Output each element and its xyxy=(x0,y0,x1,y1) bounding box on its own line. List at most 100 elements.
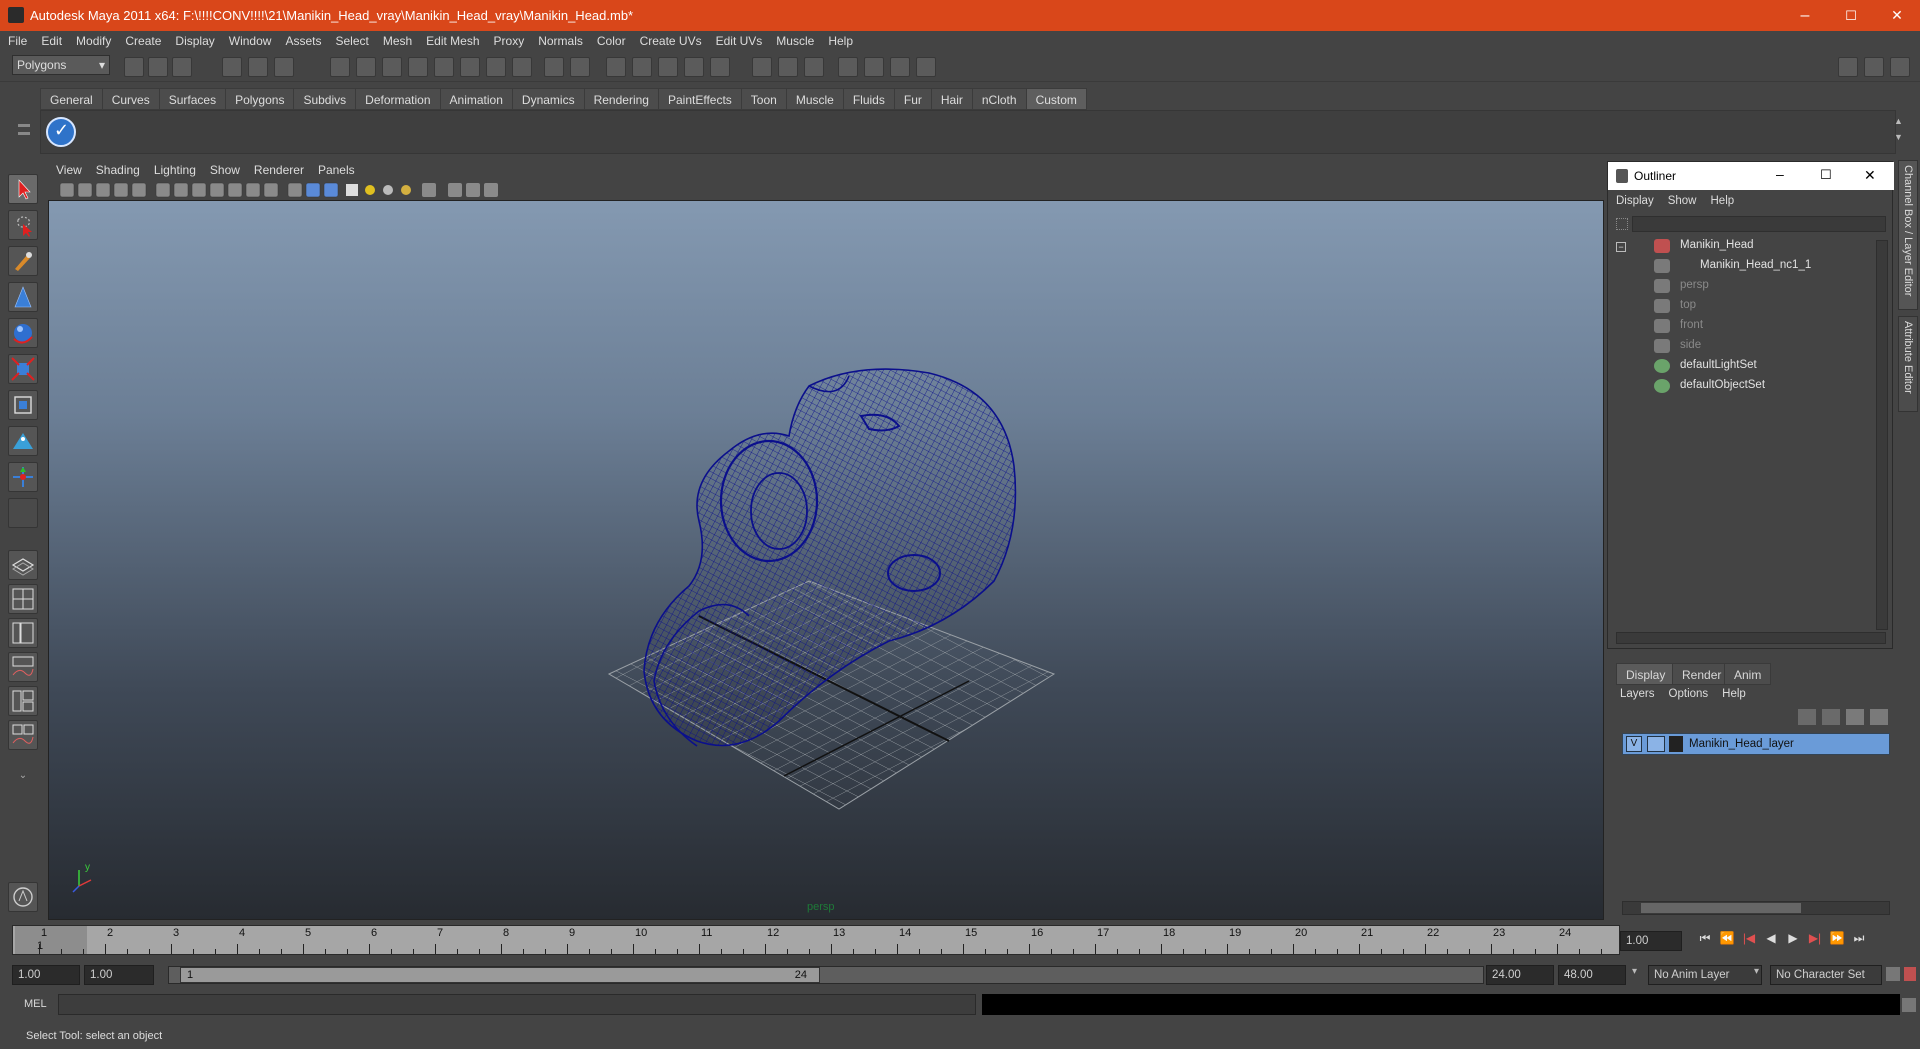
new-layer-selected-icon[interactable] xyxy=(1870,709,1888,725)
chevron-down-icon[interactable]: ▾ xyxy=(1754,966,1768,984)
channel-box-side-tab[interactable]: Channel Box / Layer Editor xyxy=(1898,160,1918,310)
snap-grid-icon[interactable] xyxy=(330,57,350,77)
go-to-start-icon[interactable]: ⏮ xyxy=(1694,931,1716,951)
new-layer-icon[interactable] xyxy=(1846,709,1864,725)
play-backward-icon[interactable]: ◀ xyxy=(1760,931,1782,951)
snap-point-icon[interactable] xyxy=(382,57,402,77)
layout-hypershade-icon[interactable] xyxy=(8,686,38,716)
layer-tab-render[interactable]: Render xyxy=(1672,663,1732,685)
render-globals-icon[interactable] xyxy=(890,57,910,77)
menu-edit[interactable]: Edit xyxy=(33,31,68,48)
shelf-tab-curves[interactable]: Curves xyxy=(101,88,160,110)
layer-visibility-toggle[interactable]: V xyxy=(1626,736,1642,752)
select-component-icon[interactable] xyxy=(274,57,294,77)
menu-set-dropdown[interactable]: Polygons ▾ xyxy=(12,55,110,75)
close-button[interactable]: ✕ xyxy=(1874,0,1920,31)
layer-menu-help[interactable]: Help xyxy=(1714,685,1752,700)
panel-menu-renderer[interactable]: Renderer xyxy=(246,160,310,177)
snap-live-icon[interactable] xyxy=(434,57,454,77)
playback-end-field[interactable]: 24.00 xyxy=(1486,965,1554,985)
panel-menu-panels[interactable]: Panels xyxy=(310,160,361,177)
layer-row[interactable]: V Manikin_Head_layer xyxy=(1622,733,1890,755)
shelf-tab-muscle[interactable]: Muscle xyxy=(785,88,844,110)
shelf-tab-polygons[interactable]: Polygons xyxy=(225,88,295,110)
magnet-icon[interactable] xyxy=(710,57,730,77)
layer-tab-display[interactable]: Display xyxy=(1616,663,1676,685)
layout-menu-arrow[interactable]: ⌄ xyxy=(8,770,38,786)
shelf-tab-general[interactable]: General xyxy=(40,88,103,110)
animation-prefs-icon[interactable] xyxy=(1904,967,1916,981)
move-layer-down-icon[interactable] xyxy=(1822,709,1840,725)
scale-tool-icon[interactable] xyxy=(8,354,38,384)
mel-label[interactable]: MEL xyxy=(24,998,47,1010)
show-tool-settings-icon[interactable] xyxy=(1864,57,1884,77)
menu-proxy[interactable]: Proxy xyxy=(486,31,531,48)
layout-persp-graph-outliner-icon[interactable] xyxy=(8,720,38,750)
menu-color[interactable]: Color xyxy=(589,31,632,48)
render-frame-icon[interactable] xyxy=(752,57,772,77)
shelf-tab-ncloth[interactable]: nCloth xyxy=(971,88,1027,110)
outliner-horizontal-scrollbar[interactable] xyxy=(1616,632,1886,644)
step-forward-frame-icon[interactable]: ▶| xyxy=(1804,931,1826,951)
layer-menu-layers[interactable]: Layers xyxy=(1612,685,1661,700)
mel-command-input[interactable] xyxy=(58,994,976,1015)
show-manipulator-icon[interactable] xyxy=(8,462,38,492)
highlight-icon[interactable] xyxy=(570,57,590,77)
open-scene-icon[interactable] xyxy=(148,57,168,77)
menu-edit-uvs[interactable]: Edit UVs xyxy=(708,31,769,48)
chevron-down-icon[interactable]: ▾ xyxy=(1632,966,1646,984)
attribute-editor-side-tab[interactable]: Attribute Editor xyxy=(1898,316,1918,412)
show-attribute-editor-icon[interactable] xyxy=(1838,57,1858,77)
menu-create-uvs[interactable]: Create UVs xyxy=(632,31,708,48)
layout-four-pane-icon[interactable] xyxy=(8,584,38,614)
show-channel-box-icon[interactable] xyxy=(1890,57,1910,77)
menu-assets[interactable]: Assets xyxy=(277,31,327,48)
batch-render-icon[interactable] xyxy=(916,57,936,77)
outliner-menu-show[interactable]: Show xyxy=(1660,192,1703,207)
ipr-render-icon[interactable] xyxy=(778,57,798,77)
menu-create[interactable]: Create xyxy=(117,31,167,48)
layer-tab-anim[interactable]: Anim xyxy=(1724,663,1772,685)
outliner-close-button[interactable]: ✕ xyxy=(1864,167,1876,184)
shelf-tab-surfaces[interactable]: Surfaces xyxy=(158,88,227,110)
menu-mesh[interactable]: Mesh xyxy=(375,31,418,48)
outliner-item[interactable]: persp xyxy=(1608,276,1868,296)
hypershade-icon[interactable] xyxy=(864,57,884,77)
menu-display[interactable]: Display xyxy=(167,31,220,48)
range-slider-handle[interactable]: 1 24 xyxy=(180,967,820,983)
panel-menu-view[interactable]: View xyxy=(48,160,88,177)
outliner-menu-help[interactable]: Help xyxy=(1703,192,1741,207)
render-view-icon[interactable] xyxy=(838,57,858,77)
outliner-item[interactable]: front xyxy=(1608,316,1868,336)
render-settings-icon[interactable] xyxy=(804,57,824,77)
outliner-item[interactable]: top xyxy=(1608,296,1868,316)
outliner-item[interactable]: Manikin_Head_nc1_1 xyxy=(1608,256,1868,276)
mask-icon[interactable] xyxy=(486,57,506,77)
select-hierarchy-icon[interactable] xyxy=(222,57,242,77)
shelf-scroll-arrows[interactable]: ▲ ▼ xyxy=(1894,116,1908,150)
save-scene-icon[interactable] xyxy=(172,57,192,77)
step-back-frame-icon[interactable]: |◀ xyxy=(1738,931,1760,951)
outliner-minimize-button[interactable]: – xyxy=(1776,166,1784,182)
shelf-tab-subdivs[interactable]: Subdivs xyxy=(293,88,357,110)
outliner-menu-display[interactable]: Display xyxy=(1608,192,1660,207)
playback-start-field[interactable]: 1.00 xyxy=(84,965,154,985)
new-scene-icon[interactable] xyxy=(124,57,144,77)
menu-muscle[interactable]: Muscle xyxy=(768,31,820,48)
question-icon[interactable] xyxy=(512,57,532,77)
command-feedback-icon[interactable] xyxy=(8,882,38,912)
perspective-viewport[interactable]: y persp xyxy=(48,200,1604,920)
filter-icon[interactable] xyxy=(460,57,480,77)
layer-horizontal-scrollbar[interactable] xyxy=(1622,901,1890,915)
shelf-tab-dynamics[interactable]: Dynamics xyxy=(511,88,585,110)
shelf-tab-animation[interactable]: Animation xyxy=(439,88,513,110)
minimize-button[interactable]: – xyxy=(1782,0,1828,31)
snap-curve-icon[interactable] xyxy=(356,57,376,77)
outliner-item[interactable]: defaultObjectSet xyxy=(1608,376,1868,396)
animation-start-field[interactable]: 1.00 xyxy=(12,965,80,985)
shelf-tab-hair[interactable]: Hair xyxy=(930,88,973,110)
outliner-vertical-scrollbar[interactable] xyxy=(1876,240,1888,630)
lasso-tool-icon[interactable] xyxy=(8,210,38,240)
menu-select[interactable]: Select xyxy=(327,31,374,48)
menu-normals[interactable]: Normals xyxy=(530,31,589,48)
